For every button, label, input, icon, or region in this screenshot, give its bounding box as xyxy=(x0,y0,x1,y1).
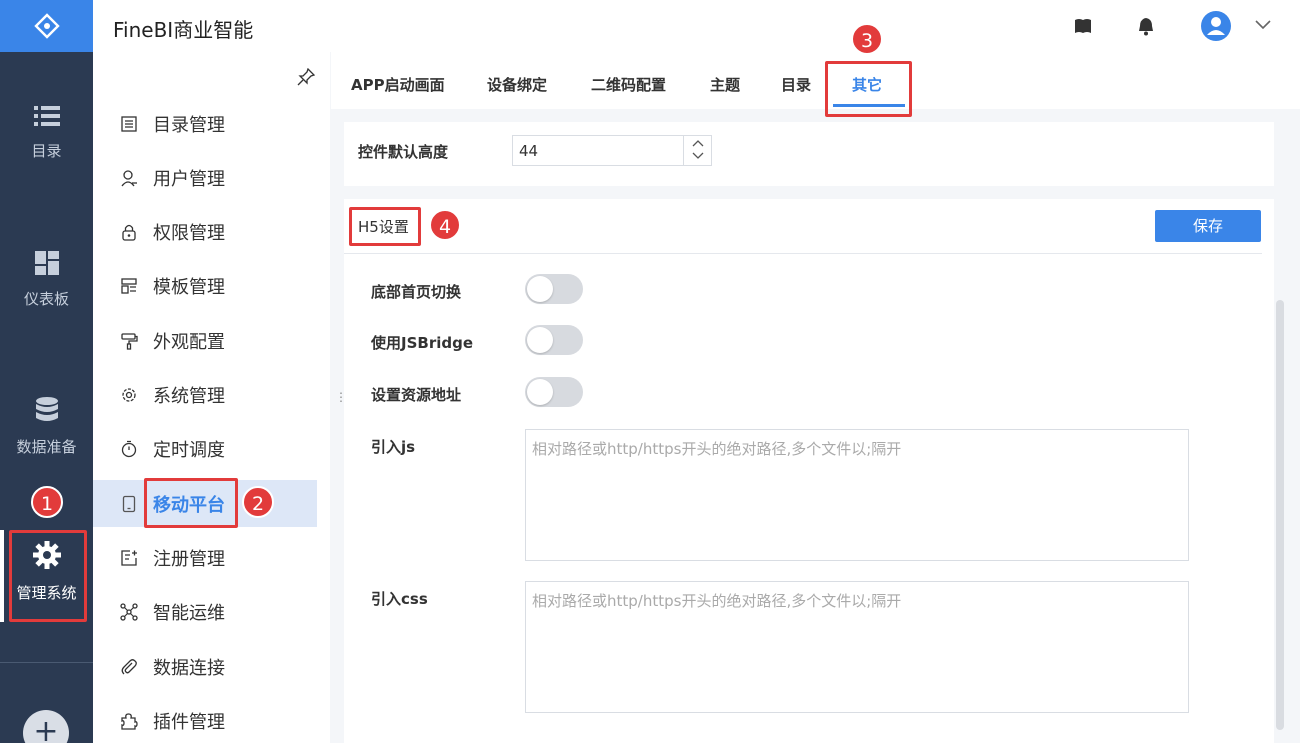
sidebar-item-users[interactable]: 用户管理 xyxy=(93,154,317,201)
js-import-label: 引入js xyxy=(371,438,416,456)
logo-icon xyxy=(33,13,60,39)
lock-icon xyxy=(122,224,136,241)
nav-item-data-prep[interactable]: 数据准备 xyxy=(0,396,93,457)
control-height-card xyxy=(344,122,1274,186)
sidebar-item-label: 定时调度 xyxy=(153,439,225,461)
template-icon xyxy=(121,277,137,294)
css-import-placeholder: 相对路径或http/https开头的绝对路径,多个文件以;隔开 xyxy=(532,592,902,610)
tab-qrcode-config[interactable]: 二维码配置 xyxy=(591,74,666,95)
toggle-label-home-switch: 底部首页切换 xyxy=(371,283,462,301)
sidebar-item-catalog[interactable]: 目录管理 xyxy=(93,100,317,147)
list-icon xyxy=(33,106,60,126)
css-import-label: 引入css xyxy=(371,590,428,608)
number-stepper[interactable] xyxy=(683,136,711,165)
add-button[interactable]: + xyxy=(23,710,69,743)
tab-catalog[interactable]: 目录 xyxy=(781,74,811,95)
annotation-badge-2: 2 xyxy=(242,486,274,518)
sidebar-item-registration[interactable]: 注册管理 xyxy=(93,534,317,581)
dashboard-icon xyxy=(34,251,59,275)
left-nav: 目录 仪表板 数据准备 管理系统 + xyxy=(0,0,93,743)
annotation-box-mobile xyxy=(144,478,238,528)
toggle-knob xyxy=(527,276,553,302)
nav-item-catalog[interactable]: 目录 xyxy=(0,104,93,161)
save-button[interactable]: 保存 xyxy=(1155,210,1261,242)
sidebar-item-ops[interactable]: 智能运维 xyxy=(93,588,317,635)
section-divider xyxy=(344,253,1262,254)
timer-icon xyxy=(121,440,137,457)
tablet-icon xyxy=(122,495,136,512)
resource-address-toggle[interactable] xyxy=(525,377,583,407)
sidebar-item-templates[interactable]: 模板管理 xyxy=(93,262,317,309)
tab-theme[interactable]: 主题 xyxy=(710,74,740,95)
css-import-textarea[interactable]: 相对路径或http/https开头的绝对路径,多个文件以;隔开 xyxy=(525,581,1189,713)
sidebar-item-label: 插件管理 xyxy=(153,711,225,733)
app-logo[interactable] xyxy=(0,0,93,52)
sidebar-item-label: 用户管理 xyxy=(153,168,225,190)
document-list-icon xyxy=(121,115,137,132)
sidebar-item-label: 模板管理 xyxy=(153,276,225,298)
settings-icon xyxy=(122,387,136,402)
chevron-up-icon[interactable] xyxy=(692,139,704,147)
jsbridge-toggle[interactable] xyxy=(525,325,583,355)
sidebar-item-schedule[interactable]: 定时调度 xyxy=(93,425,317,472)
toggle-knob xyxy=(527,379,553,405)
sidebar-item-label: 目录管理 xyxy=(153,114,225,136)
toggle-label-jsbridge: 使用JSBridge xyxy=(371,334,474,352)
user-icon xyxy=(1207,17,1225,35)
nav-divider xyxy=(0,662,93,663)
annotation-badge-3: 3 xyxy=(851,23,883,55)
database-icon xyxy=(35,397,58,421)
sidebar-item-permissions[interactable]: 权限管理 xyxy=(93,208,317,255)
paperclip-icon xyxy=(121,658,137,674)
sidebar-item-label: 外观配置 xyxy=(153,331,225,353)
vertical-scrollbar[interactable] xyxy=(1276,300,1284,730)
control-height-input[interactable]: 44 xyxy=(512,135,712,166)
app-title: FineBI商业智能 xyxy=(113,18,254,42)
control-height-label: 控件默认高度 xyxy=(358,143,449,161)
register-icon xyxy=(121,549,137,566)
annotation-box-admin xyxy=(9,530,87,622)
book-icon[interactable] xyxy=(1073,16,1093,36)
sidebar-item-label: 数据连接 xyxy=(153,657,225,679)
js-import-textarea[interactable]: 相对路径或http/https开头的绝对路径,多个文件以;隔开 xyxy=(525,429,1189,561)
sidebar-item-label: 智能运维 xyxy=(153,602,225,624)
sidebar-item-plugins[interactable]: 插件管理 xyxy=(93,697,317,743)
annotation-badge-4: 4 xyxy=(429,209,461,241)
tab-device-binding[interactable]: 设备绑定 xyxy=(487,74,547,95)
annotation-box-other-tab xyxy=(825,61,912,117)
tab-app-splash[interactable]: APP启动画面 xyxy=(351,74,445,95)
top-header: FineBI商业智能 xyxy=(93,0,1300,52)
sidebar-item-label: 系统管理 xyxy=(153,385,225,407)
annotation-badge-1: 1 xyxy=(31,486,63,518)
chevron-down-icon[interactable] xyxy=(1255,19,1271,31)
sidebar-item-system[interactable]: 系统管理 xyxy=(93,371,317,418)
paint-roller-icon xyxy=(121,332,138,350)
nav-item-dashboard[interactable]: 仪表板 xyxy=(0,250,93,309)
admin-sidebar: 目录管理 用户管理 权限管理 模板管理 外观配置 系统管理 定时调度 移动平台 … xyxy=(93,52,330,743)
home-switch-toggle[interactable] xyxy=(525,274,583,304)
nav-item-label: 数据准备 xyxy=(16,438,77,456)
toggle-knob xyxy=(527,327,553,353)
toggle-label-resource-address: 设置资源地址 xyxy=(371,386,462,404)
network-icon xyxy=(120,602,138,621)
tab-bar: APP启动画面 设备绑定 二维码配置 主题 目录 其它 xyxy=(331,52,1300,109)
annotation-box-h5 xyxy=(349,207,421,246)
js-import-placeholder: 相对路径或http/https开头的绝对路径,多个文件以;隔开 xyxy=(532,440,902,458)
sidebar-item-label: 注册管理 xyxy=(153,548,225,570)
control-height-value: 44 xyxy=(519,142,539,160)
pin-icon[interactable] xyxy=(297,68,315,86)
puzzle-icon xyxy=(121,712,138,730)
nav-item-label: 目录 xyxy=(31,142,62,160)
user-icon xyxy=(121,169,137,186)
sidebar-item-connections[interactable]: 数据连接 xyxy=(93,643,317,690)
sidebar-item-label: 权限管理 xyxy=(153,222,225,244)
sidebar-item-appearance[interactable]: 外观配置 xyxy=(93,317,317,364)
nav-item-label: 仪表板 xyxy=(23,290,69,308)
avatar[interactable] xyxy=(1201,11,1231,41)
bell-icon[interactable] xyxy=(1137,16,1155,36)
chevron-down-icon[interactable] xyxy=(692,152,704,160)
